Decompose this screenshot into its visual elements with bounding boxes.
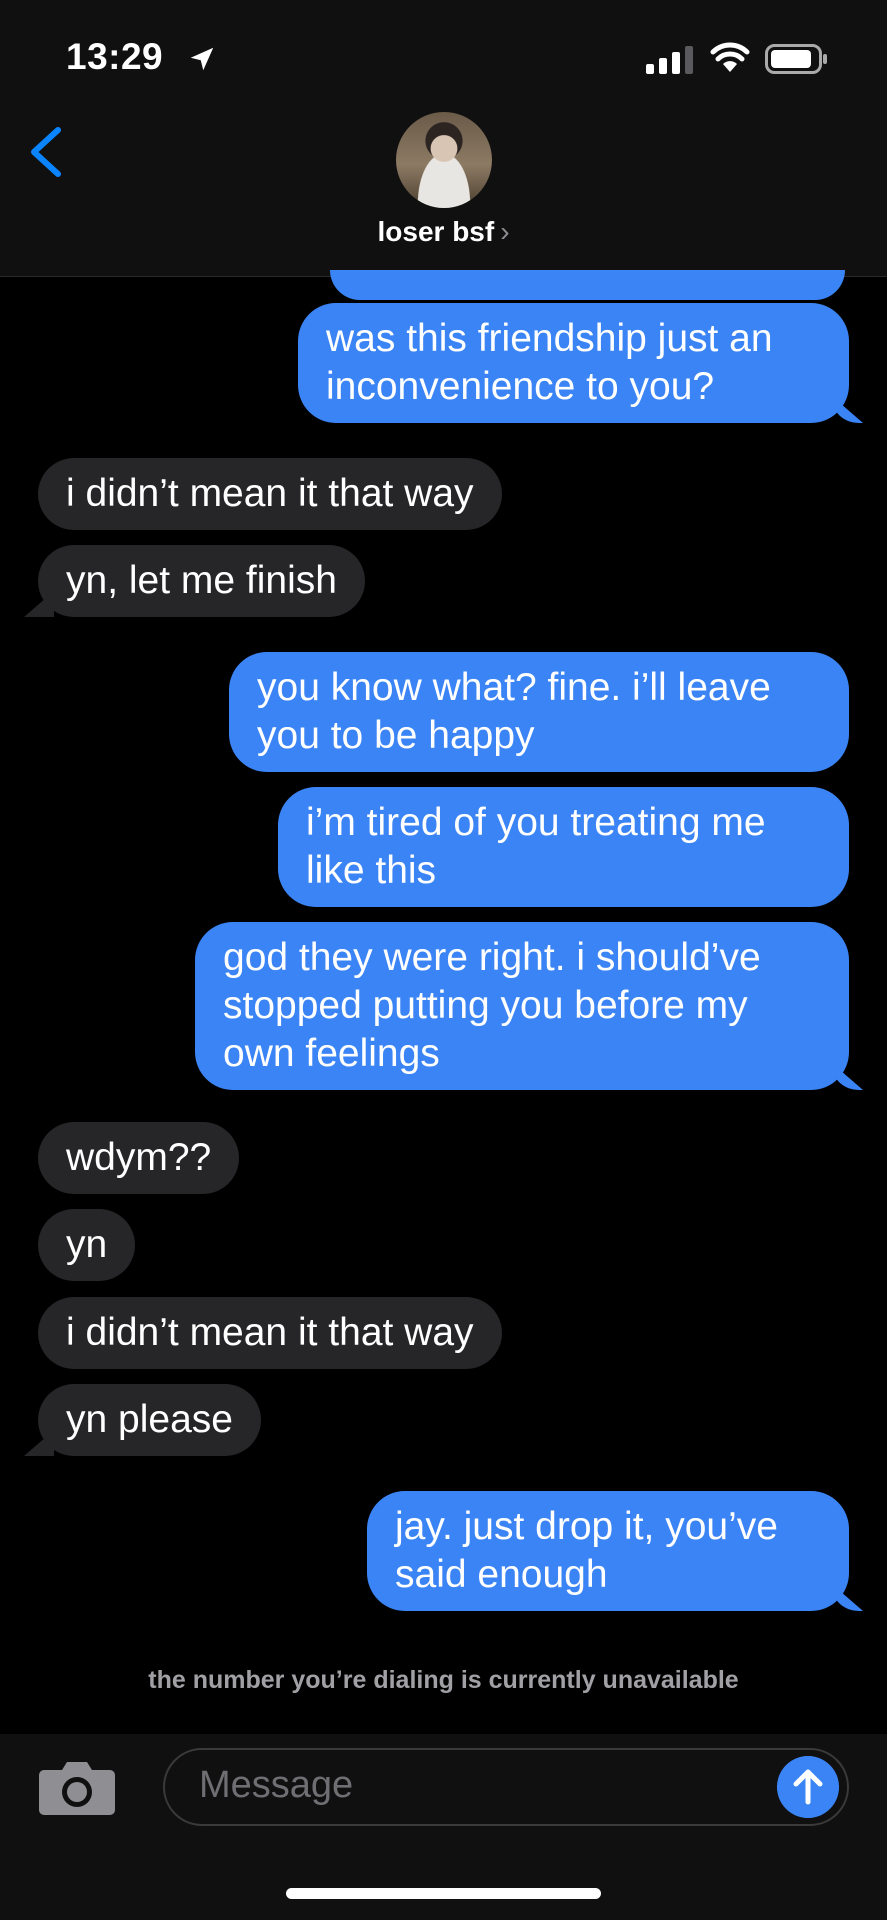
contact-name: loser bsf (377, 216, 495, 247)
location-arrow-icon (190, 47, 214, 71)
signal-icon (646, 46, 693, 74)
received-message[interactable]: wdym?? (38, 1122, 240, 1194)
conversation-header: 13:29 loser bsf › (0, 0, 887, 277)
send-arrow-icon[interactable] (777, 1756, 839, 1818)
received-message[interactable]: yn (38, 1209, 136, 1281)
sent-message[interactable]: god they were right. i should’ve stopped… (195, 922, 849, 1090)
home-indicator[interactable] (286, 1888, 601, 1899)
sent-message[interactable]: was this friendship just an inconvenienc… (298, 303, 849, 423)
message-input[interactable]: Message (163, 1748, 849, 1826)
received-message[interactable]: i didn’t mean it that way (38, 1297, 502, 1369)
contact-name-button[interactable]: loser bsf › (0, 216, 887, 248)
contact-avatar[interactable] (396, 112, 492, 208)
message-placeholder: Message (199, 1764, 354, 1806)
received-message[interactable]: i didn’t mean it that way (38, 458, 502, 530)
received-message[interactable]: yn please (38, 1384, 261, 1456)
camera-icon[interactable] (38, 1758, 116, 1816)
delivery-notice: the number you’re dialing is currently u… (148, 1666, 739, 1694)
chevron-right-icon: › (500, 216, 510, 247)
battery-icon (765, 44, 827, 74)
received-message[interactable]: yn, let me finish (38, 545, 365, 617)
sent-message[interactable]: jay. just drop it, you’ve said enough (367, 1491, 849, 1611)
wifi-icon (710, 42, 750, 72)
partial-sent-bubble (330, 270, 845, 300)
sent-message[interactable]: i’m tired of you treating me like this (278, 787, 849, 907)
back-chevron-icon[interactable] (28, 126, 64, 178)
sent-message[interactable]: you know what? fine. i’ll leave you to b… (229, 652, 849, 772)
status-time: 13:29 (66, 36, 164, 77)
